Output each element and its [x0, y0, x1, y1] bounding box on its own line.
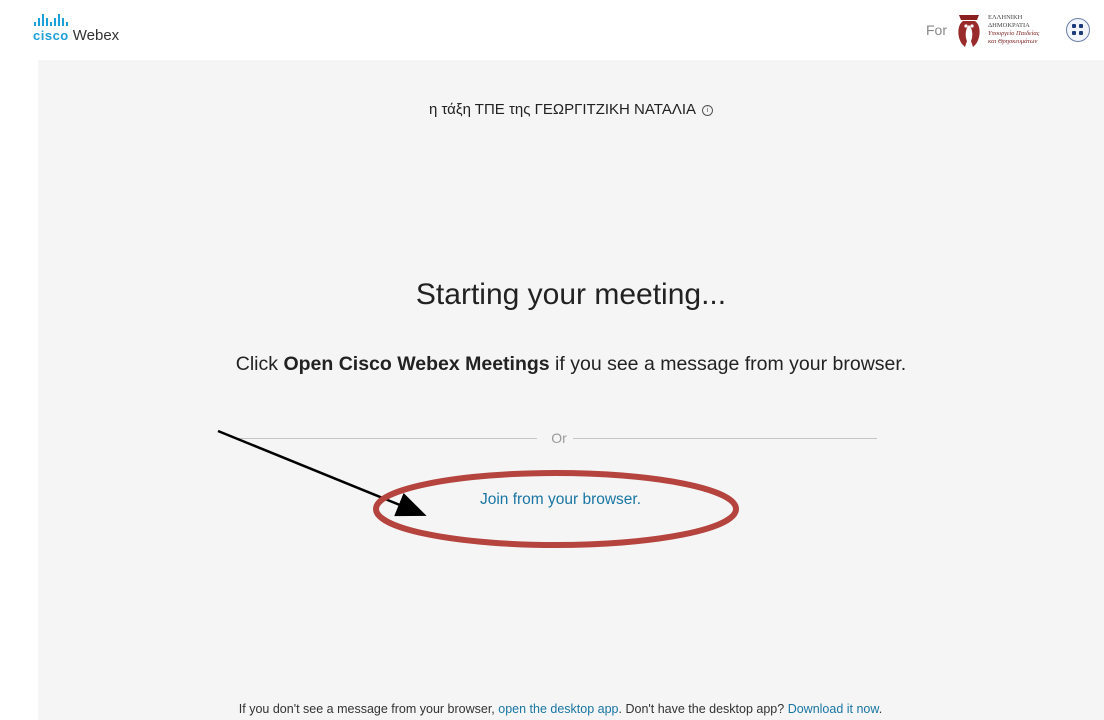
- org-line-2: Υπουργείο Παιδείας: [988, 30, 1040, 37]
- or-text: Or: [551, 430, 567, 446]
- cisco-logo-icon: [34, 14, 119, 26]
- org-text: ΕΛΛΗΝΙΚΗ ΔΗΜΟΚΡΑΤΙΑ Υπουργείο Παιδείας κ…: [988, 14, 1060, 46]
- globe-icon[interactable]: [1066, 18, 1090, 42]
- brand-cisco: cisco: [33, 28, 69, 43]
- main-content: η τάξη ΤΠΕ της ΓΕΩΡΓΙΤΖΙΚΗ ΝΑΤΑΛΙΑ i Star…: [38, 60, 1104, 720]
- brand-webex: Webex: [72, 27, 120, 44]
- instruction-prefix: Click: [235, 353, 284, 375]
- download-it-now-link[interactable]: Download it now: [788, 702, 879, 716]
- footer-text: If you don't see a message from your bro…: [38, 702, 1083, 716]
- top-bar: cisco Webex For ΕΛΛΗΝΙΚΗ ΔΗΜΟΚΡΑΤΙΑ Υπου…: [0, 0, 1104, 60]
- footer-text-2: . Don't have the desktop app?: [618, 702, 788, 716]
- info-icon[interactable]: i: [702, 104, 714, 116]
- instruction-bold: Open Cisco Webex Meetings: [283, 353, 550, 375]
- divider-line-right: [573, 438, 877, 439]
- footer-text-1: If you don't see a message from your bro…: [238, 702, 499, 716]
- meeting-title: η τάξη ΤΠΕ της ΓΕΩΡΓΙΤΖΙΚΗ ΝΑΤΑΛΙΑ i: [38, 101, 1104, 118]
- org-line-3: και Θρησκευμάτων: [988, 38, 1038, 45]
- footer-text-3: .: [878, 702, 883, 716]
- open-desktop-app-link[interactable]: open the desktop app: [498, 702, 618, 716]
- page-heading: Starting your meeting...: [415, 278, 727, 311]
- join-from-browser-link[interactable]: Join from your browser.: [38, 491, 1083, 509]
- or-divider: Or: [237, 428, 877, 448]
- organization-area: For ΕΛΛΗΝΙΚΗ ΔΗΜΟΚΡΑΤΙΑ Υπουργείο Παιδεί…: [926, 11, 1090, 49]
- instruction-text: Click Open Cisco Webex Meetings if you s…: [38, 353, 1104, 376]
- divider-line-left: [237, 438, 537, 439]
- org-emblem-icon: [958, 15, 980, 47]
- instruction-suffix: if you see a message from your browser.: [549, 353, 907, 375]
- for-label: For: [926, 22, 947, 38]
- meeting-title-text: η τάξη ΤΠΕ της ΓΕΩΡΓΙΤΖΙΚΗ ΝΑΤΑΛΙΑ: [428, 101, 697, 118]
- org-line-1: ΕΛΛΗΝΙΚΗ ΔΗΜΟΚΡΑΤΙΑ: [988, 14, 1030, 29]
- cisco-webex-logo: cisco Webex: [33, 14, 119, 44]
